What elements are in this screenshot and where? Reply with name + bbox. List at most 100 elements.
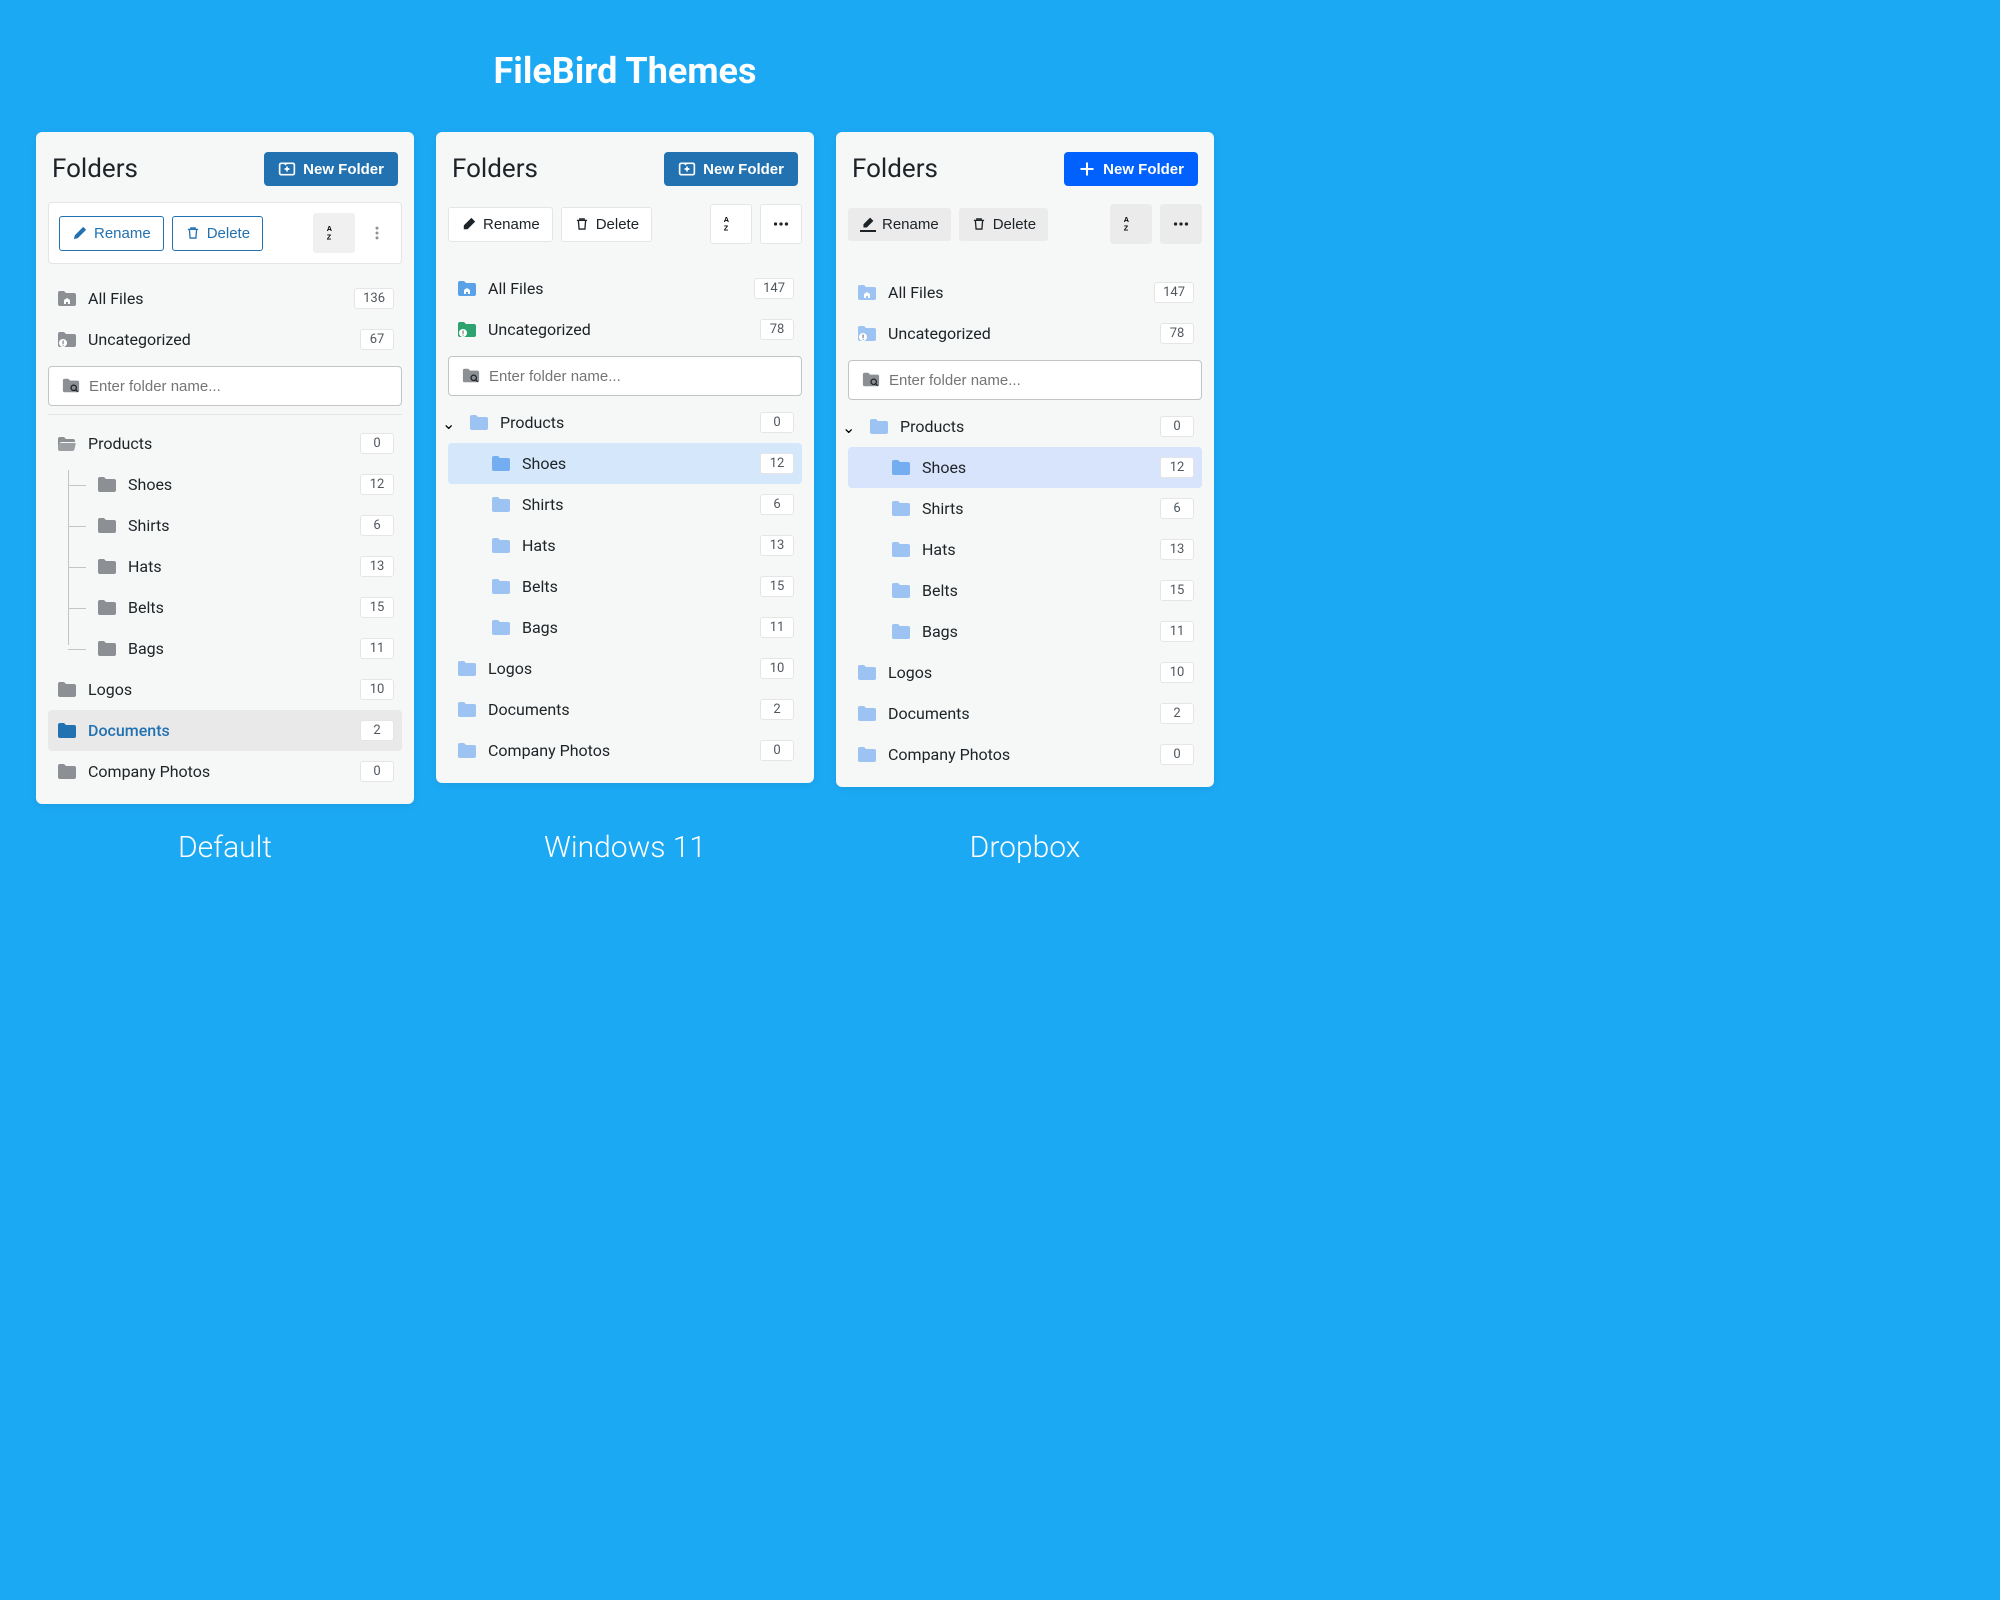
folder-row[interactable]: Products 0 — [48, 423, 402, 464]
folder-icon — [468, 413, 490, 433]
more-options-button[interactable] — [363, 213, 391, 253]
folder-row[interactable]: Bags 11 — [448, 607, 802, 648]
folder-icon — [56, 762, 78, 782]
folder-row[interactable]: Company Photos 0 — [48, 751, 402, 792]
chevron-down-icon[interactable]: ⌄ — [842, 418, 855, 437]
sort-button[interactable] — [313, 213, 355, 253]
folder-row[interactable]: Shirts 6 — [48, 505, 402, 546]
folder-search-icon — [461, 367, 481, 385]
folder-search-icon — [861, 371, 881, 389]
pen-icon — [72, 225, 88, 241]
folder-row[interactable]: Belts 15 — [448, 566, 802, 607]
folder-row[interactable]: Bags 11 — [48, 628, 402, 669]
folder-icon — [890, 458, 912, 478]
panel-title: Folders — [852, 154, 938, 184]
uncategorized-row[interactable]: Uncategorized 78 — [448, 309, 802, 350]
more-options-button[interactable] — [1160, 204, 1202, 244]
folder-search[interactable] — [448, 356, 802, 396]
sort-button[interactable] — [710, 204, 752, 244]
folder-row[interactable]: Company Photos 0 — [448, 730, 802, 771]
folder-icon — [490, 618, 512, 638]
folder-row[interactable]: Products 0 — [848, 406, 1202, 447]
panel-dropbox: Folders New Folder Rename Delete — [836, 132, 1214, 787]
folder-info-icon — [856, 324, 878, 344]
more-vertical-icon — [368, 224, 386, 242]
uncategorized-row[interactable]: Uncategorized 67 — [48, 319, 402, 360]
uncategorized-row[interactable]: Uncategorized 78 — [848, 313, 1202, 354]
folder-row[interactable]: Company Photos 0 — [848, 734, 1202, 775]
folder-icon — [490, 495, 512, 515]
chevron-down-icon[interactable]: ⌄ — [442, 414, 455, 433]
all-files-row[interactable]: All Files 147 — [848, 272, 1202, 313]
rename-button[interactable]: Rename — [448, 207, 553, 242]
folder-row[interactable]: Shoes 12 — [48, 464, 402, 505]
folder-icon — [96, 639, 118, 659]
count-badge: 136 — [354, 288, 394, 309]
folder-row[interactable]: Belts 15 — [848, 570, 1202, 611]
folder-row-selected[interactable]: Shoes 12 — [848, 447, 1202, 488]
theme-label-dropbox: Dropbox — [836, 830, 1214, 865]
folder-search[interactable] — [848, 360, 1202, 400]
more-horizontal-icon — [771, 214, 791, 234]
folder-row[interactable]: Documents 2 — [848, 693, 1202, 734]
folder-row[interactable]: Shirts 6 — [448, 484, 802, 525]
new-folder-button[interactable]: New Folder — [1064, 152, 1198, 186]
folder-search-input[interactable] — [889, 372, 1189, 389]
toolbar: Rename Delete — [448, 202, 802, 254]
new-folder-label: New Folder — [703, 161, 784, 178]
folder-icon — [96, 557, 118, 577]
count-badge: 67 — [360, 329, 394, 350]
all-files-row[interactable]: All Files 136 — [48, 278, 402, 319]
folder-row[interactable]: Shirts 6 — [848, 488, 1202, 529]
folder-search[interactable] — [48, 366, 402, 406]
panels-container: Folders New Folder Rename Delete — [30, 132, 1220, 804]
folder-icon — [890, 622, 912, 642]
new-folder-label: New Folder — [303, 161, 384, 178]
toolbar: Rename Delete — [848, 202, 1202, 258]
panel-title: Folders — [452, 154, 538, 184]
folder-icon — [490, 577, 512, 597]
panel-default: Folders New Folder Rename Delete — [36, 132, 414, 804]
theme-label-windows11: Windows 11 — [436, 830, 814, 865]
folder-row[interactable]: Logos 10 — [48, 669, 402, 710]
folder-row[interactable]: Hats 13 — [48, 546, 402, 587]
theme-labels: Default Windows 11 Dropbox — [30, 830, 1220, 865]
folder-row[interactable]: Hats 13 — [448, 525, 802, 566]
folder-row[interactable]: Logos 10 — [448, 648, 802, 689]
folder-search-input[interactable] — [489, 368, 789, 385]
folder-plus-icon — [278, 160, 296, 178]
delete-button[interactable]: Delete — [561, 207, 652, 242]
folder-icon — [856, 663, 878, 683]
panel-title: Folders — [52, 154, 138, 184]
toolbar: Rename Delete — [48, 202, 402, 264]
all-files-row[interactable]: All Files 147 — [448, 268, 802, 309]
folder-row[interactable]: Bags 11 — [848, 611, 1202, 652]
more-options-button[interactable] — [760, 204, 802, 244]
folder-icon — [890, 540, 912, 560]
folder-search-input[interactable] — [89, 378, 389, 395]
folder-icon — [456, 659, 478, 679]
rename-button[interactable]: Rename — [59, 216, 164, 251]
folder-icon — [56, 721, 78, 741]
folder-info-icon — [56, 330, 78, 350]
folder-icon — [96, 598, 118, 618]
folder-icon — [96, 475, 118, 495]
delete-button[interactable]: Delete — [172, 216, 263, 251]
more-horizontal-icon — [1171, 214, 1191, 234]
folder-icon — [856, 745, 878, 765]
delete-button[interactable]: Delete — [959, 208, 1048, 241]
folder-row[interactable]: Logos 10 — [848, 652, 1202, 693]
folder-info-icon — [456, 320, 478, 340]
sort-button[interactable] — [1110, 204, 1152, 244]
folder-row-selected[interactable]: Shoes 12 — [448, 443, 802, 484]
pencil-icon — [461, 216, 477, 232]
folder-row[interactable]: Hats 13 — [848, 529, 1202, 570]
folder-row-selected[interactable]: Documents 2 — [48, 710, 402, 751]
rename-button[interactable]: Rename — [848, 208, 951, 241]
folder-row[interactable]: Documents 2 — [448, 689, 802, 730]
new-folder-button[interactable]: New Folder — [264, 152, 398, 186]
folder-row[interactable]: Belts 15 — [48, 587, 402, 628]
folder-home-icon — [456, 279, 478, 299]
folder-row[interactable]: Products 0 — [448, 402, 802, 443]
new-folder-button[interactable]: New Folder — [664, 152, 798, 186]
